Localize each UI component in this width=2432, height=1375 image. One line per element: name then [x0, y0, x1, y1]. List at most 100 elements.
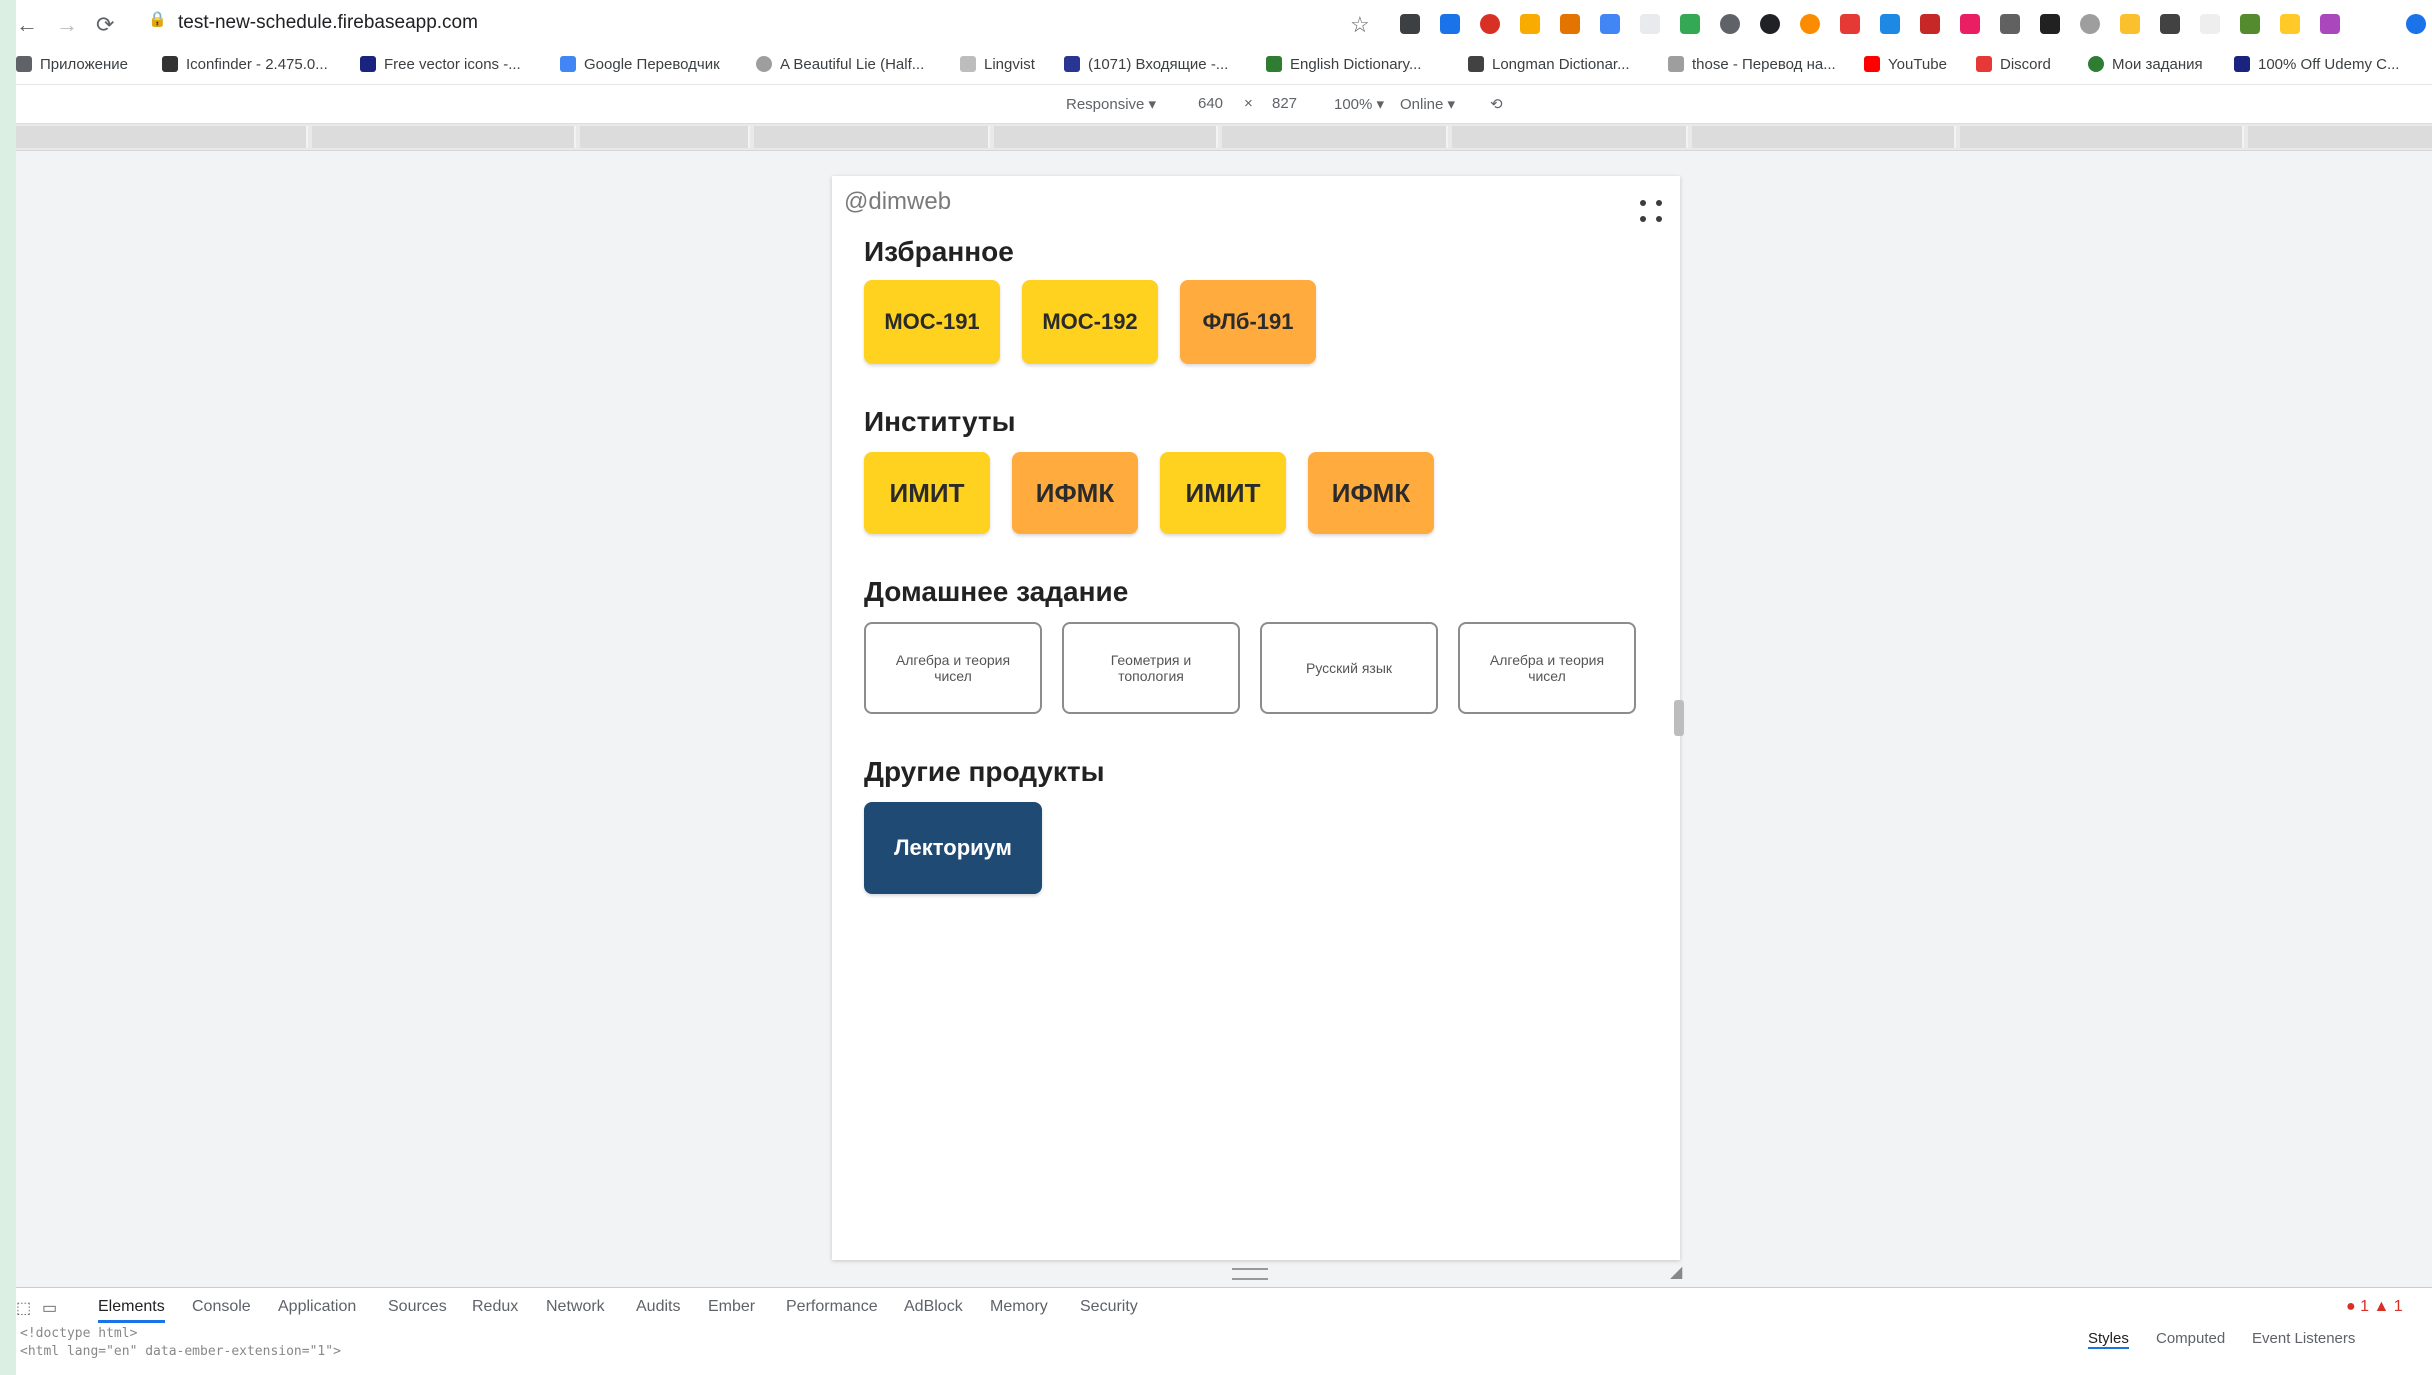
- media-query-segment[interactable]: [1452, 126, 1688, 148]
- tab-security[interactable]: Security: [1080, 1298, 1138, 1316]
- extension-icon[interactable]: [1920, 14, 1940, 34]
- institute-button[interactable]: ИМИТ: [1160, 452, 1286, 534]
- homework-subject-button[interactable]: Алгебра и теория чисел: [1458, 622, 1636, 714]
- bookmark-item[interactable]: Longman Dictionar...: [1468, 56, 1630, 73]
- bookmark-item[interactable]: YouTube: [1864, 56, 1947, 73]
- extension-icon[interactable]: [1880, 14, 1900, 34]
- bookmark-icon: [1668, 56, 1684, 72]
- extension-icon[interactable]: [1760, 14, 1780, 34]
- tab-event-listeners[interactable]: Event Listeners: [2252, 1330, 2355, 1347]
- device-height-input[interactable]: 827: [1272, 95, 1297, 112]
- tab-performance[interactable]: Performance: [786, 1298, 878, 1316]
- tab-console[interactable]: Console: [192, 1298, 251, 1316]
- extension-icon[interactable]: [1400, 14, 1420, 34]
- rotate-icon[interactable]: ⟲: [1490, 95, 1503, 113]
- extension-icon[interactable]: [1840, 14, 1860, 34]
- tab-adblock[interactable]: AdBlock: [904, 1298, 963, 1316]
- favorite-group-button[interactable]: ФЛб-191: [1180, 280, 1316, 364]
- bookmark-item[interactable]: those - Перевод на...: [1668, 56, 1836, 73]
- tab-styles[interactable]: Styles: [2088, 1330, 2129, 1349]
- address-bar[interactable]: test-new-schedule.firebaseapp.com: [178, 12, 478, 34]
- device-mode-select[interactable]: Responsive ▾: [1066, 95, 1156, 113]
- bookmark-item[interactable]: Lingvist: [960, 56, 1035, 73]
- extension-icon[interactable]: [2200, 14, 2220, 34]
- extension-icon[interactable]: [2240, 14, 2260, 34]
- tab-ember[interactable]: Ember: [708, 1298, 755, 1316]
- homework-subject-button[interactable]: Алгебра и теория чисел: [864, 622, 1042, 714]
- extension-icon[interactable]: [2000, 14, 2020, 34]
- forward-icon[interactable]: →: [56, 12, 78, 38]
- favorite-group-button[interactable]: МОС-191: [864, 280, 1000, 364]
- extension-icon[interactable]: [2280, 14, 2300, 34]
- reload-icon[interactable]: ⟳: [96, 12, 114, 38]
- network-throttle-select[interactable]: Online ▾: [1400, 95, 1455, 113]
- dimension-separator: ×: [1244, 95, 1253, 112]
- media-query-segment[interactable]: [1692, 126, 1956, 148]
- back-icon[interactable]: ←: [16, 12, 38, 38]
- bookmark-item[interactable]: Google Переводчик: [560, 56, 720, 73]
- extension-icon[interactable]: [1600, 14, 1620, 34]
- zoom-select[interactable]: 100% ▾: [1334, 95, 1384, 113]
- bookmark-item[interactable]: Приложение: [16, 56, 128, 73]
- device-width-input[interactable]: 640: [1198, 95, 1223, 112]
- bookmark-item[interactable]: 100% Off Udemy C...: [2234, 56, 2399, 73]
- dom-code-line[interactable]: <html lang="en" data-ember-extension="1"…: [20, 1344, 341, 1359]
- bookmark-item[interactable]: Мои задания: [2088, 56, 2203, 73]
- tab-sources[interactable]: Sources: [388, 1298, 447, 1316]
- profile-avatar[interactable]: [2406, 14, 2426, 34]
- extension-icon[interactable]: [2160, 14, 2180, 34]
- extension-icon[interactable]: [1640, 14, 1660, 34]
- fullscreen-icon[interactable]: [1638, 198, 1666, 226]
- media-query-segment[interactable]: [1222, 126, 1448, 148]
- media-query-segment[interactable]: [2248, 126, 2432, 148]
- bookmark-item[interactable]: Free vector icons -...: [360, 56, 521, 73]
- star-icon[interactable]: ☆: [1350, 12, 1370, 38]
- inspect-icon[interactable]: ⬚: [16, 1298, 31, 1318]
- extension-icon[interactable]: [2080, 14, 2100, 34]
- dom-code-line[interactable]: <!doctype html>: [20, 1326, 137, 1341]
- homework-subject-button[interactable]: Геометрия и топология: [1062, 622, 1240, 714]
- institute-button[interactable]: ИФМК: [1012, 452, 1138, 534]
- viewport-resize-handle[interactable]: [1674, 700, 1684, 736]
- extension-icon[interactable]: [1520, 14, 1540, 34]
- device-toolbar: Responsive ▾ 640 × 827 100% ▾ Online ▾ ⟲: [16, 85, 2432, 124]
- bookmark-item[interactable]: English Dictionary...: [1266, 56, 1421, 73]
- device-toggle-icon[interactable]: ▭: [42, 1298, 57, 1318]
- extension-icon[interactable]: [1720, 14, 1740, 34]
- institute-button[interactable]: ИФМК: [1308, 452, 1434, 534]
- bookmark-item[interactable]: Iconfinder - 2.475.0...: [162, 56, 328, 73]
- opera-icon[interactable]: [1480, 14, 1500, 34]
- tab-application[interactable]: Application: [278, 1298, 356, 1316]
- bookmark-item[interactable]: Discord: [1976, 56, 2051, 73]
- media-query-segment[interactable]: [312, 126, 576, 148]
- tab-elements[interactable]: Elements: [98, 1298, 165, 1323]
- media-query-segment[interactable]: [754, 126, 990, 148]
- favorite-group-button[interactable]: МОС-192: [1022, 280, 1158, 364]
- extension-icon[interactable]: [1800, 14, 1820, 34]
- tab-network[interactable]: Network: [546, 1298, 605, 1316]
- media-query-segment[interactable]: [16, 126, 308, 148]
- media-query-ruler[interactable]: [16, 124, 2432, 151]
- extension-icon[interactable]: [1560, 14, 1580, 34]
- issues-badge[interactable]: ● 1 ▲ 1: [2346, 1298, 2403, 1316]
- bookmark-item[interactable]: (1071) Входящие -...: [1064, 56, 1228, 73]
- media-query-segment[interactable]: [1960, 126, 2244, 148]
- media-query-segment[interactable]: [580, 126, 750, 148]
- extension-icon[interactable]: [2040, 14, 2060, 34]
- extension-icon[interactable]: [2120, 14, 2140, 34]
- lectorium-button[interactable]: Лекториум: [864, 802, 1042, 894]
- tab-memory[interactable]: Memory: [990, 1298, 1048, 1316]
- extension-icon[interactable]: [1960, 14, 1980, 34]
- bookmark-item[interactable]: A Beautiful Lie (Half...: [756, 56, 924, 73]
- viewport-bottom-resize-handle[interactable]: [1232, 1268, 1268, 1280]
- homework-subject-button[interactable]: Русский язык: [1260, 622, 1438, 714]
- viewport-corner-resize-icon[interactable]: ◢: [1670, 1262, 1682, 1282]
- tab-computed[interactable]: Computed: [2156, 1330, 2225, 1347]
- media-query-segment[interactable]: [994, 126, 1218, 148]
- institute-button[interactable]: ИМИТ: [864, 452, 990, 534]
- tab-redux[interactable]: Redux: [472, 1298, 518, 1316]
- tab-audits[interactable]: Audits: [636, 1298, 680, 1316]
- extension-icon[interactable]: [1440, 14, 1460, 34]
- extension-icon[interactable]: [1680, 14, 1700, 34]
- extension-icon[interactable]: [2320, 14, 2340, 34]
